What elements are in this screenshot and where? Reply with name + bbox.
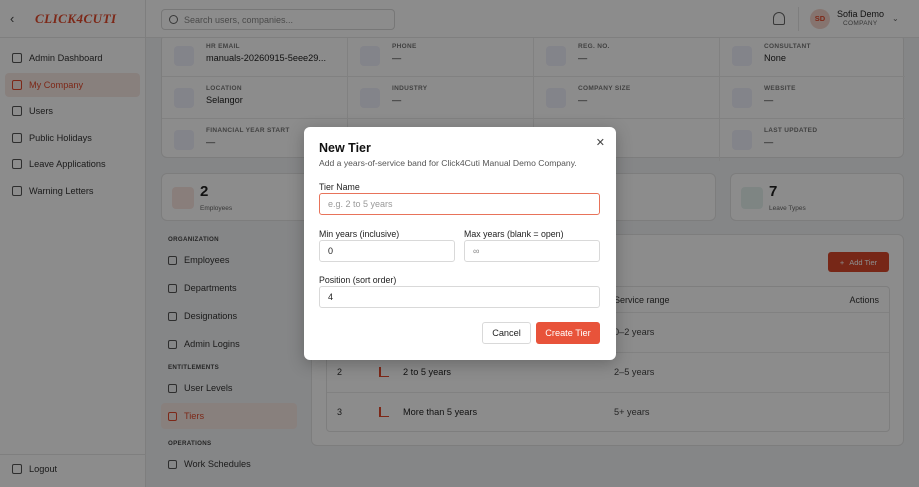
max-years-input[interactable]: ∞ — [464, 240, 600, 262]
min-years-input[interactable]: 0 — [319, 240, 455, 262]
create-tier-button[interactable]: Create Tier — [536, 322, 600, 344]
position-input[interactable]: 4 — [319, 286, 600, 308]
close-icon[interactable]: ✕ — [596, 136, 605, 149]
tier-name-input[interactable]: e.g. 2 to 5 years — [319, 193, 600, 215]
dialog-subtitle: Add a years-of-service band for Click4Cu… — [319, 158, 577, 168]
dialog-title: New Tier — [319, 141, 371, 155]
position-label: Position (sort order) — [319, 275, 397, 285]
min-years-label: Min years (inclusive) — [319, 229, 400, 239]
cancel-button[interactable]: Cancel — [482, 322, 531, 344]
tier-name-label: Tier Name — [319, 182, 360, 192]
new-tier-dialog: ✕ New Tier Add a years-of-service band f… — [304, 127, 616, 360]
max-years-label: Max years (blank = open) — [464, 229, 564, 239]
